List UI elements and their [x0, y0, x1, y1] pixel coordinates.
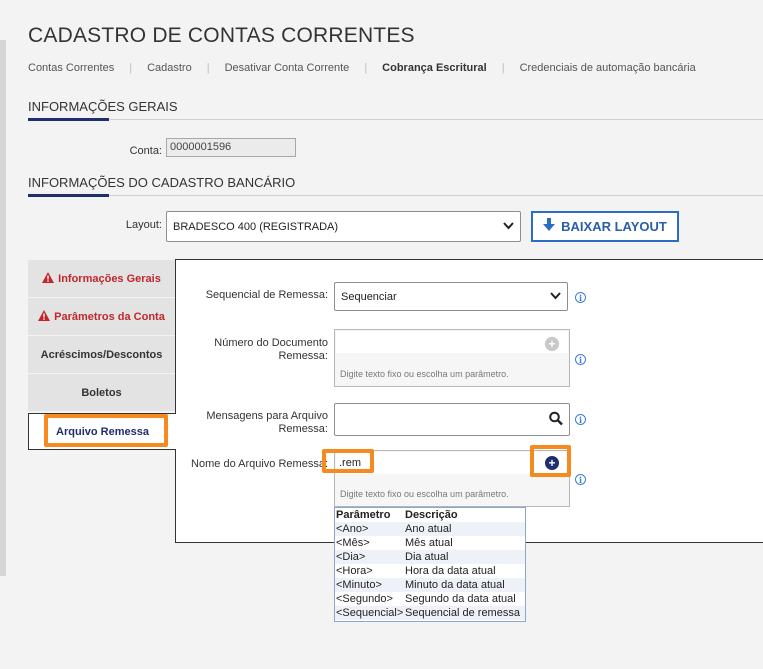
- nome-arquivo-hint: Digite texto fixo ou escolha um parâmetr…: [340, 489, 509, 499]
- tab-label: Parâmetros da Conta: [54, 310, 165, 323]
- table-row[interactable]: <Minuto> Minuto da data atual: [335, 578, 525, 592]
- download-layout-button[interactable]: BAIXAR LAYOUT: [531, 211, 679, 242]
- info-icon[interactable]: i: [575, 292, 586, 303]
- tab-informacoes-gerais[interactable]: Informações Gerais: [28, 260, 175, 298]
- section-divider: [28, 195, 763, 196]
- param-cell: <Sequencial>: [336, 607, 404, 619]
- layout-select-value: BRADESCO 400 (REGISTRADA): [173, 220, 339, 233]
- info-icon[interactable]: i: [575, 354, 586, 365]
- numero-doc-field: Digite texto fixo ou escolha um parâmetr…: [334, 329, 570, 387]
- sequencial-select[interactable]: Sequenciar: [334, 282, 568, 311]
- section-divider: [28, 119, 763, 120]
- param-cell: <Ano>: [336, 523, 369, 535]
- highlight-nome-arquivo-input: [322, 449, 374, 473]
- numero-doc-hint: Digite texto fixo ou escolha um parâmetr…: [340, 369, 509, 379]
- breadcrumb: Contas Correntes | Cadastro | Desativar …: [28, 62, 696, 74]
- tab-acrescimos-descontos[interactable]: Acréscimos/Descontos: [28, 336, 175, 374]
- warning-triangle-icon: [38, 309, 51, 324]
- param-cell: <Mês>: [336, 537, 370, 549]
- desc-cell: Ano atual: [405, 523, 452, 535]
- table-row[interactable]: <Sequencial> Sequencial de remessa: [335, 606, 525, 620]
- param-cell: <Hora>: [336, 565, 373, 577]
- layout-select[interactable]: BRADESCO 400 (REGISTRADA): [166, 211, 521, 242]
- desc-cell: Hora da data atual: [405, 565, 496, 577]
- table-row[interactable]: <Mês> Mês atual: [335, 536, 525, 550]
- breadcrumb-cobranca-escritural[interactable]: Cobrança Escritural: [382, 62, 487, 74]
- mensagens-input[interactable]: [334, 403, 570, 436]
- breadcrumb-separator: |: [129, 62, 133, 74]
- download-arrow-icon: [543, 218, 556, 235]
- desc-cell: Segundo da data atual: [405, 593, 516, 605]
- param-cell: <Segundo>: [336, 593, 393, 605]
- breadcrumb-separator: |: [206, 62, 210, 74]
- section-underline: [28, 194, 109, 197]
- mensagens-label: Mensagens para Arquivo Remessa:: [206, 410, 328, 435]
- tab-label: Boletos: [81, 386, 122, 399]
- table-row[interactable]: <Ano> Ano atual: [335, 522, 525, 536]
- info-icon[interactable]: i: [575, 414, 586, 425]
- sequencial-select-value: Sequenciar: [341, 290, 397, 303]
- section-title-bank: INFORMAÇÕES DO CADASTRO BANCÁRIO: [28, 175, 296, 190]
- chevron-down-icon: [503, 221, 514, 233]
- info-icon[interactable]: i: [575, 474, 586, 485]
- tab-boletos[interactable]: Boletos: [28, 374, 175, 412]
- param-header: Parâmetro: [336, 509, 391, 521]
- highlight-tab-arquivo-remessa: [44, 414, 168, 447]
- section-title-general: INFORMAÇÕES GERAIS: [28, 99, 178, 114]
- desc-cell: Sequencial de remessa: [405, 607, 520, 619]
- tab-label: Acréscimos/Descontos: [40, 348, 163, 361]
- table-row[interactable]: <Hora> Hora da data atual: [335, 564, 525, 578]
- page-title: CADASTRO DE CONTAS CORRENTES: [28, 24, 415, 47]
- breadcrumb-cadastro[interactable]: Cadastro: [147, 62, 192, 74]
- layout-label: Layout:: [125, 219, 162, 231]
- highlight-add-parameter-button: [530, 445, 571, 477]
- desc-cell: Dia atual: [405, 551, 449, 563]
- account-label: Conta:: [129, 145, 162, 157]
- desc-header: Descrição: [405, 509, 458, 521]
- chevron-down-icon: [550, 291, 561, 303]
- plus-circle-icon[interactable]: +: [545, 337, 559, 351]
- breadcrumb-separator: |: [501, 62, 505, 74]
- param-cell: <Dia>: [336, 551, 366, 563]
- breadcrumb-contas-correntes[interactable]: Contas Correntes: [28, 62, 114, 74]
- numero-doc-input[interactable]: [336, 331, 568, 353]
- search-icon[interactable]: [549, 411, 563, 428]
- desc-cell: Mês atual: [405, 537, 453, 549]
- sequencial-label: Sequencial de Remessa:: [205, 289, 328, 301]
- left-scroll-strip: [0, 40, 6, 576]
- parameter-table: Parâmetro Descrição <Ano> Ano atual <Mês…: [334, 507, 526, 622]
- tab-label: Informações Gerais: [58, 272, 161, 285]
- parameter-table-header: Parâmetro Descrição: [335, 508, 525, 522]
- numero-doc-label: Número do Documento Remessa:: [214, 337, 328, 362]
- tab-parametros-conta[interactable]: Parâmetros da Conta: [28, 298, 175, 336]
- warning-triangle-icon: [42, 271, 55, 286]
- param-cell: <Minuto>: [336, 579, 382, 591]
- breadcrumb-desativar[interactable]: Desativar Conta Corrente: [225, 62, 350, 74]
- desc-cell: Minuto da data atual: [405, 579, 505, 591]
- breadcrumb-credenciais[interactable]: Credenciais de automação bancária: [520, 62, 696, 74]
- account-field: 0000001596: [166, 138, 296, 157]
- breadcrumb-separator: |: [364, 62, 368, 74]
- nome-arquivo-label: Nome do Arquivo Remessa:: [191, 458, 328, 470]
- section-underline: [28, 118, 109, 121]
- download-layout-label: BAIXAR LAYOUT: [561, 219, 667, 234]
- table-row[interactable]: <Dia> Dia atual: [335, 550, 525, 564]
- table-row[interactable]: <Segundo> Segundo da data atual: [335, 592, 525, 606]
